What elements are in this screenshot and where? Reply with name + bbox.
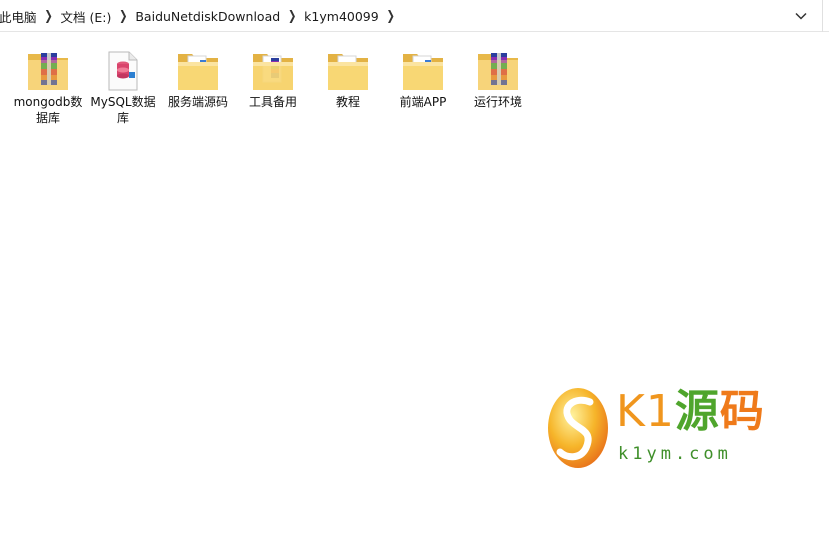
k1ym-logo-icon [548, 388, 608, 468]
folder-name-label: 教程 [335, 95, 360, 109]
folder-item-server-source[interactable]: 服务端源码 [160, 44, 236, 124]
address-history-button[interactable] [786, 4, 816, 28]
folder-name-label: 前端APP [399, 95, 447, 109]
breadcrumb-item-this-pc[interactable]: 此电脑 [0, 7, 40, 26]
winrar-archive-icon [474, 48, 522, 94]
chevron-down-icon [795, 12, 807, 20]
winrar-archive-icon [24, 48, 72, 94]
file-item-mongodb[interactable]: mongodb数据库 [10, 44, 86, 125]
file-item-runtime-env[interactable]: 运行环境 [460, 44, 536, 124]
breadcrumb-separator-icon[interactable]: ❯ [40, 9, 58, 23]
folder-item-tutorial[interactable]: 教程 [310, 44, 386, 124]
folder-name-label: 工具备用 [248, 95, 297, 109]
divider [822, 0, 823, 32]
breadcrumb-separator-icon[interactable]: ❯ [283, 9, 301, 23]
watermark-subtitle: k1ym.com [618, 444, 732, 464]
breadcrumb-separator-icon[interactable]: ❯ [114, 9, 132, 23]
file-name-label: 运行环境 [473, 95, 522, 109]
breadcrumb: 此电脑 ❯ 文档 (E:) ❯ BaiduNetdiskDownload ❯ k… [0, 0, 400, 32]
watermark-title: K1源码 [616, 388, 765, 436]
file-name-label: MySQL数据库 [90, 95, 156, 125]
address-bar[interactable]: 此电脑 ❯ 文档 (E:) ❯ BaiduNetdiskDownload ❯ k… [0, 0, 829, 32]
folder-name-label: 服务端源码 [167, 95, 228, 109]
breadcrumb-item-drive[interactable]: 文档 (E:) [58, 7, 115, 26]
folder-winrar-icon [249, 48, 297, 94]
watermark-title-k1: K1 [616, 386, 675, 437]
file-item-mysql[interactable]: MySQL数据库 [85, 44, 161, 125]
database-file-icon [99, 48, 147, 94]
breadcrumb-separator-icon[interactable]: ❯ [382, 9, 400, 23]
breadcrumb-item-download-folder[interactable]: BaiduNetdiskDownload [132, 9, 283, 24]
watermark-title-ma: 码 [719, 386, 765, 437]
breadcrumb-item-current-folder[interactable]: k1ym40099 [301, 9, 382, 24]
folder-icon [174, 48, 222, 94]
file-name-label: mongodb数据库 [13, 95, 83, 125]
folder-icon [399, 48, 447, 94]
folder-item-frontend-app[interactable]: 前端APP [385, 44, 461, 124]
folder-icon [324, 48, 372, 94]
watermark-title-yuan: 源 [674, 386, 720, 437]
k1ym-watermark: K1源码 k1ym.com [546, 384, 766, 474]
folder-item-tools-backup[interactable]: 工具备用 [235, 44, 311, 124]
